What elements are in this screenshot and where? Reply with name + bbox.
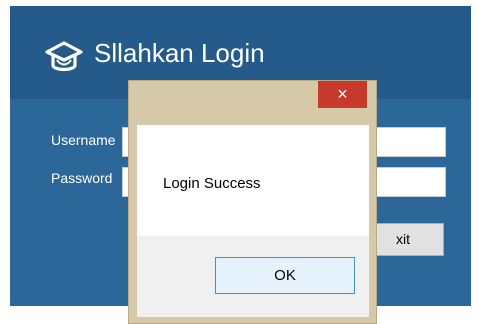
close-button[interactable]: ×	[318, 81, 367, 108]
graduation-cap-icon	[45, 41, 83, 72]
app-title: Sllahkan Login	[94, 38, 265, 68]
ok-button[interactable]: OK	[215, 257, 355, 294]
password-label: Password	[51, 170, 113, 186]
username-label: Username	[51, 132, 116, 148]
message-text: Login Success	[163, 175, 261, 192]
message-box-footer: OK	[137, 236, 369, 317]
close-icon: ×	[337, 84, 348, 104]
exit-button-label: xit	[396, 231, 410, 247]
message-box-dialog: × Login Success OK	[128, 80, 377, 324]
message-box-body: Login Success OK	[137, 125, 369, 317]
